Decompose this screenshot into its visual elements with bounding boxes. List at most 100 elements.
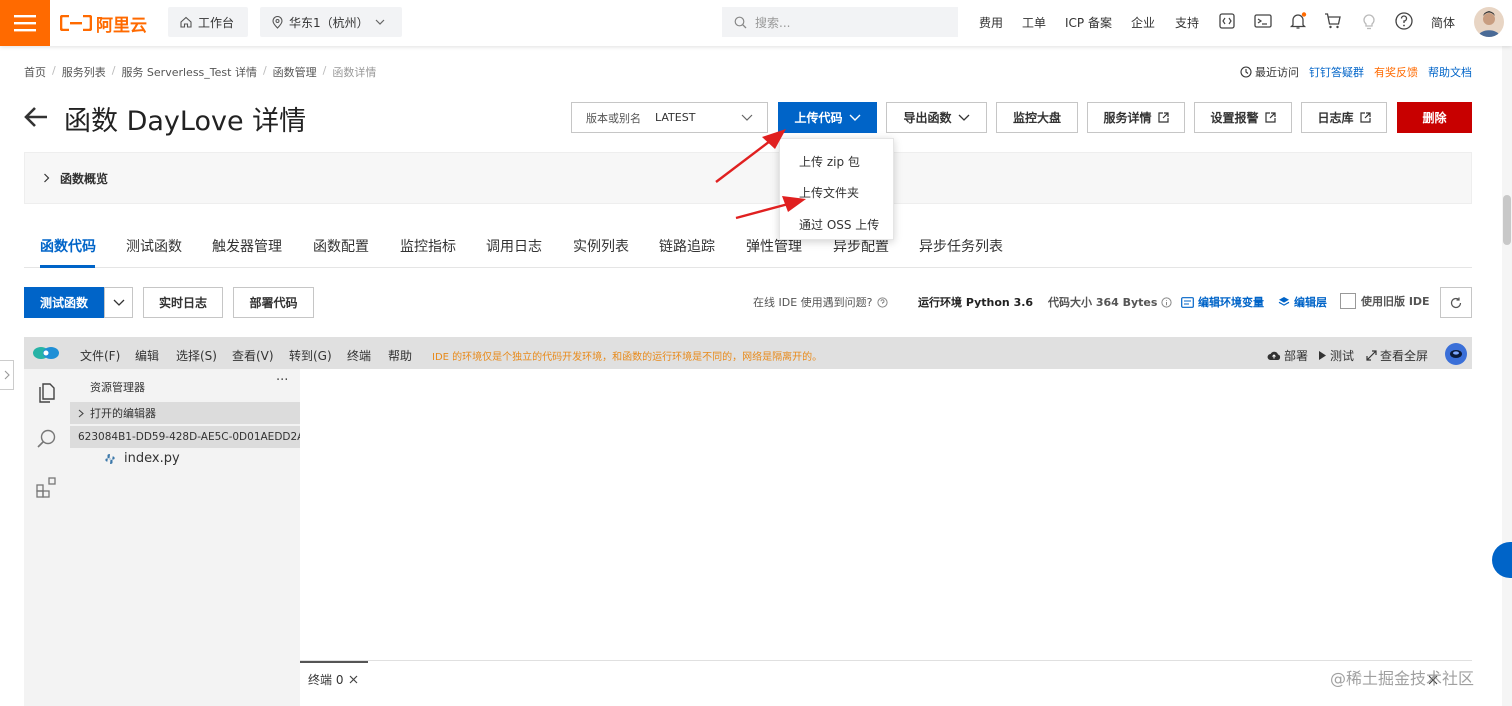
watermark: @稀土掘金技术社区: [1330, 669, 1475, 688]
link-billing[interactable]: 费用: [979, 14, 1003, 31]
breadcrumb-services[interactable]: 服务列表: [62, 64, 106, 80]
ide-menu-terminal[interactable]: 终端: [347, 347, 371, 364]
link-support[interactable]: 支持: [1175, 14, 1199, 31]
delete-label: 删除: [1422, 111, 1447, 125]
question-circle-icon: [876, 296, 888, 308]
edit-layer-link[interactable]: 编辑层: [1278, 294, 1327, 310]
page-scrollbar[interactable]: [1502, 46, 1512, 706]
ide-test-button[interactable]: 测试: [1318, 347, 1354, 364]
dingtalk-group-link[interactable]: 钉钉答疑群: [1309, 64, 1364, 80]
breadcrumb-service-detail[interactable]: 服务 Serverless_Test 详情: [121, 64, 257, 80]
deploy-code-button[interactable]: 部署代码: [233, 287, 314, 318]
ide-fullscreen-button[interactable]: 查看全屏: [1366, 347, 1428, 364]
set-alarm-label: 设置报警: [1210, 111, 1259, 125]
close-icon[interactable]: [349, 675, 358, 684]
help-icon[interactable]: [1394, 11, 1414, 31]
sidebar-expand-handle[interactable]: [0, 360, 14, 390]
tab-trigger-management[interactable]: 触发器管理: [212, 236, 282, 256]
runtime-label: 运行环境 Python 3.6: [918, 296, 1034, 309]
link-icp[interactable]: ICP 备案: [1065, 14, 1112, 31]
bell-icon[interactable]: [1288, 11, 1308, 31]
ide-menu-selection[interactable]: 选择(S): [176, 347, 217, 364]
external-link-icon: [1157, 112, 1169, 123]
tab-tracing[interactable]: 链路追踪: [659, 236, 715, 256]
tab-async-task-list[interactable]: 异步任务列表: [919, 236, 1003, 256]
code-icon[interactable]: [1217, 11, 1237, 31]
user-avatar-icon: [1478, 11, 1500, 37]
ide-question-label: 在线 IDE 使用遇到问题?: [753, 296, 873, 309]
file-index-py[interactable]: index.py: [104, 451, 180, 466]
set-alarm-button[interactable]: 设置报警: [1194, 102, 1292, 133]
workspace-folder-label: 623084B1-DD59-428D-AE5C-0D01AEDD2AEE: [78, 431, 300, 443]
monitor-dashboard-button[interactable]: 监控大盘: [996, 102, 1078, 133]
ide-editor-area[interactable]: [300, 369, 1472, 706]
test-options-dropdown[interactable]: [104, 287, 133, 318]
breadcrumb-home[interactable]: 首页: [24, 64, 46, 80]
extensions-icon[interactable]: [35, 475, 59, 499]
help-docs-link[interactable]: 帮助文档: [1428, 64, 1472, 80]
breadcrumb-function-mgmt[interactable]: 函数管理: [273, 64, 317, 80]
tab-function-config[interactable]: 函数配置: [313, 236, 369, 256]
ide-menu-goto[interactable]: 转到(G): [289, 347, 332, 364]
ide-menu-view[interactable]: 查看(V): [232, 347, 274, 364]
feedback-link[interactable]: 有奖反馈: [1374, 64, 1418, 80]
menu-button[interactable]: [0, 0, 50, 46]
cart-icon[interactable]: [1323, 11, 1343, 31]
overview-label: 函数概览: [60, 171, 109, 186]
ide-environment-notice: IDE 的环境仅是个独立的代码开发环境，和函数的运行环境是不同的，网络是隔离开的…: [432, 352, 823, 363]
link-enterprise[interactable]: 企业: [1131, 14, 1155, 31]
workspace-folder[interactable]: 623084B1-DD59-428D-AE5C-0D01AEDD2AEE: [70, 426, 300, 448]
live-log-button[interactable]: 实时日志: [143, 287, 223, 318]
test-function-button[interactable]: 测试函数: [24, 287, 104, 318]
search-placeholder: 搜索...: [755, 15, 791, 30]
service-detail-button[interactable]: 服务详情: [1087, 102, 1185, 133]
quick-links: 最近访问 钉钉答疑群 有奖反馈 帮助文档: [1240, 64, 1472, 80]
floating-assistant-button[interactable]: [1492, 542, 1512, 578]
avatar[interactable]: [1474, 7, 1504, 37]
delete-button[interactable]: 删除: [1397, 102, 1472, 133]
old-ide-checkbox[interactable]: [1340, 293, 1356, 309]
terminal-icon[interactable]: [1253, 11, 1273, 31]
link-ticket[interactable]: 工单: [1022, 14, 1046, 31]
online-ide: 文件(F) 编辑 选择(S) 查看(V) 转到(G) 终端 帮助 IDE 的环境…: [24, 337, 1472, 706]
region-selector[interactable]: 华东1（杭州）: [260, 7, 402, 37]
terminal-tab-label: 终端 0: [308, 673, 344, 687]
ide-help-row[interactable]: 在线 IDE 使用遇到问题?: [753, 294, 888, 310]
chevron-down-icon: [113, 299, 124, 306]
scrollbar-thumb[interactable]: [1503, 195, 1511, 245]
refresh-button[interactable]: [1440, 287, 1472, 318]
lightbulb-icon[interactable]: [1359, 11, 1379, 31]
old-ide-toggle[interactable]: 使用旧版 IDE: [1340, 293, 1430, 309]
tab-test-function[interactable]: 测试函数: [126, 236, 182, 256]
back-arrow-icon[interactable]: [24, 106, 48, 128]
search-input[interactable]: 搜索...: [722, 7, 958, 37]
log-store-button[interactable]: 日志库: [1301, 102, 1387, 133]
aliyun-logo[interactable]: 阿里云: [60, 10, 147, 36]
test-function-label: 测试函数: [39, 296, 88, 310]
explorer-title: 资源管理器: [90, 381, 145, 394]
top-navbar: 阿里云 工作台 华东1（杭州） 搜索... 费用 工单 ICP 备案 企业 支持…: [0, 0, 1512, 46]
ide-account-button[interactable]: [1445, 343, 1467, 365]
explorer-icon[interactable]: [35, 380, 59, 404]
workbench-button[interactable]: 工作台: [168, 7, 248, 37]
edit-env-vars-link[interactable]: 编辑环境变量: [1181, 294, 1264, 310]
search-icon[interactable]: [35, 427, 59, 451]
ide-menu-file[interactable]: 文件(F): [80, 347, 120, 364]
tab-monitoring-metrics[interactable]: 监控指标: [400, 236, 456, 256]
tab-invocation-logs[interactable]: 调用日志: [486, 236, 542, 256]
ide-menu-edit[interactable]: 编辑: [135, 347, 159, 364]
more-actions-icon[interactable]: ···: [276, 373, 288, 388]
recent-visits-link[interactable]: 最近访问: [1240, 64, 1299, 80]
chevron-right-icon: [4, 370, 10, 380]
language-switch[interactable]: 简体: [1431, 14, 1455, 31]
ide-fullscreen-label: 查看全屏: [1380, 349, 1429, 363]
python-file-icon: [105, 453, 115, 464]
tab-instance-list[interactable]: 实例列表: [573, 236, 629, 256]
tab-function-code[interactable]: 函数代码: [40, 236, 96, 256]
ide-menu-help[interactable]: 帮助: [388, 347, 412, 364]
expand-icon: [1366, 350, 1377, 361]
chevron-down-icon: [375, 19, 385, 25]
terminal-tab[interactable]: 终端 0: [308, 671, 358, 688]
open-editors-section[interactable]: 打开的编辑器: [70, 402, 300, 424]
ide-deploy-button[interactable]: 部署: [1267, 347, 1308, 364]
